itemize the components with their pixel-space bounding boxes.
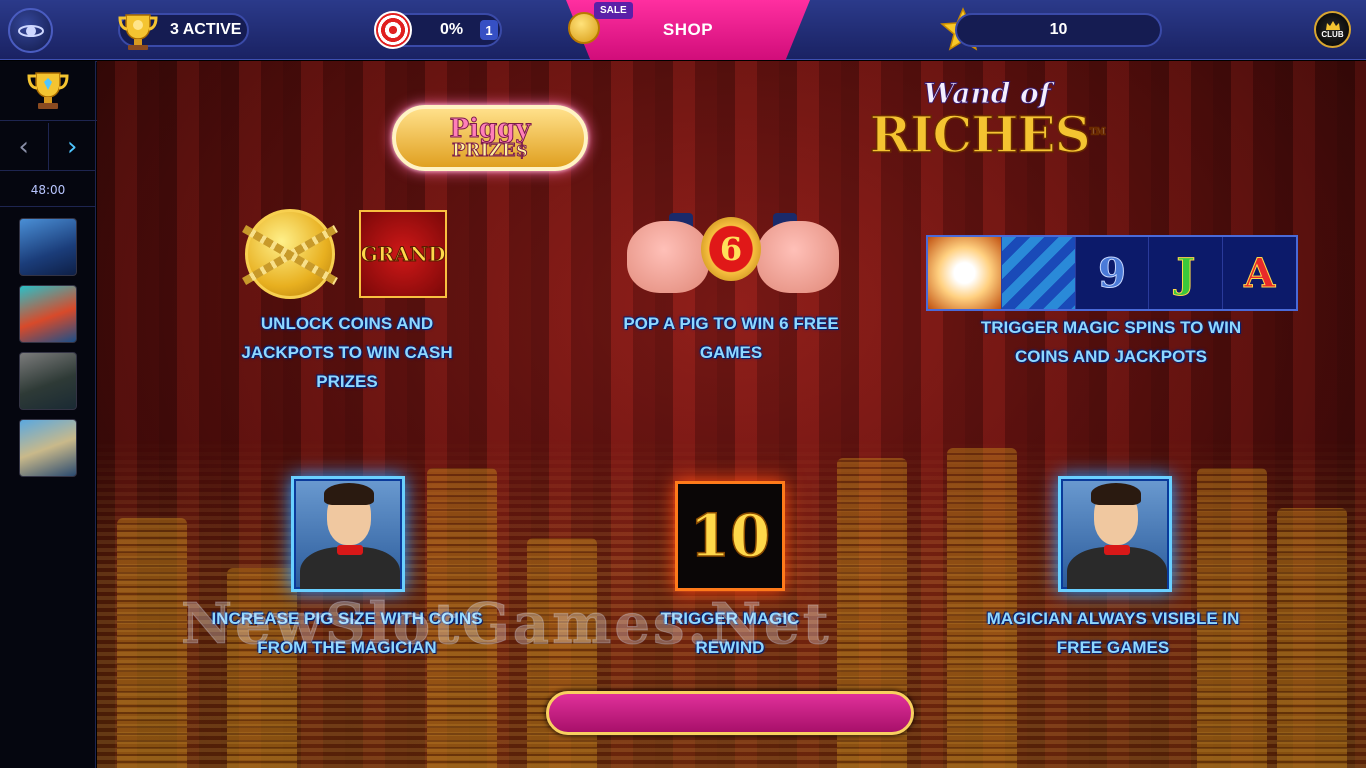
feature-caption-coins: UNLOCK COINS AND JACKPOTS TO WIN CASH PR… bbox=[241, 314, 453, 391]
game-splash-screen: Piggy PRIZE$ Wand of RICHESTM GRAND UNLO… bbox=[97, 61, 1366, 768]
magician-bowtie bbox=[337, 545, 363, 555]
left-sidebar: ‹ › 48:00 bbox=[0, 61, 96, 768]
piggy-logo-line1: Piggy bbox=[449, 114, 531, 144]
progress-count-badge: 1 bbox=[480, 20, 498, 40]
reel-gems-symbol bbox=[1001, 237, 1076, 309]
grand-jackpot-tile: GRAND bbox=[359, 210, 447, 298]
active-count-label: 3 ACTIVE bbox=[170, 21, 242, 38]
game-thumb-mermaid[interactable] bbox=[19, 285, 77, 343]
club-label: CLUB bbox=[1321, 29, 1344, 39]
club-button[interactable]: CLUB bbox=[1314, 11, 1351, 48]
grand-label: GRAND bbox=[360, 242, 446, 267]
active-tournaments-button[interactable]: 3 ACTIVE bbox=[118, 13, 249, 50]
piggy-logo-line2: PRIZE$ bbox=[451, 140, 529, 161]
coin-stack bbox=[1277, 508, 1347, 768]
free-games-number: 6 bbox=[719, 230, 743, 268]
trophy-icon bbox=[27, 71, 69, 109]
reel-strip: 9 J A bbox=[926, 235, 1298, 311]
watermark: NewSlotGames.Net bbox=[181, 591, 832, 658]
piggy-prizes-logo: Piggy PRIZE$ bbox=[392, 105, 588, 171]
sale-badge: SALE bbox=[594, 2, 633, 19]
stars-balance: 10 bbox=[955, 13, 1162, 47]
coin-stack bbox=[117, 518, 187, 768]
continue-button[interactable] bbox=[546, 691, 914, 735]
feature-caption-magic-spins: TRIGGER MAGIC SPINS TO WIN COINS AND JAC… bbox=[980, 318, 1242, 366]
magician-hair bbox=[324, 483, 374, 505]
challenge-progress-button[interactable]: 0% 1 bbox=[374, 11, 502, 49]
game-carousel-arrows: ‹ › bbox=[0, 123, 96, 171]
reel-symbol-9: 9 bbox=[1076, 237, 1150, 309]
chevron-left-icon[interactable]: ‹ bbox=[0, 123, 49, 170]
tournaments-tab[interactable] bbox=[0, 61, 96, 121]
reel-burst-symbol bbox=[928, 237, 1002, 309]
planet-icon bbox=[17, 24, 44, 37]
chevron-right-icon[interactable]: › bbox=[49, 123, 97, 170]
trademark-mark: TM bbox=[1089, 127, 1106, 138]
target-icon bbox=[374, 11, 412, 49]
app-logo-button[interactable] bbox=[8, 8, 53, 53]
game-thumb-warrior[interactable] bbox=[19, 352, 77, 410]
magician-portrait bbox=[291, 476, 405, 592]
wand-logo-line2: RICHESTM bbox=[869, 105, 1106, 164]
pig-icon bbox=[627, 221, 709, 293]
free-games-badge: 6 bbox=[701, 217, 761, 281]
wand-of-riches-logo: Wand of RICHESTM bbox=[867, 77, 1107, 187]
trophy-icon bbox=[116, 9, 160, 58]
game-thumb-dolphin[interactable] bbox=[19, 218, 77, 276]
rewind-number: 10 bbox=[689, 501, 771, 571]
shop-label: SHOP bbox=[662, 20, 714, 39]
tournament-timer: 48:00 bbox=[0, 173, 96, 207]
magic-rewind-tile: 10 bbox=[675, 481, 785, 591]
feature-caption-pig: POP A PIG TO WIN 6 FREE GAMES bbox=[623, 314, 839, 362]
crown-icon bbox=[1325, 20, 1340, 30]
reel-symbol-j: J bbox=[1149, 237, 1224, 309]
progress-percent: 0% bbox=[440, 21, 464, 38]
magician-bowtie bbox=[1104, 545, 1130, 555]
magician-portrait bbox=[1058, 476, 1172, 592]
reel-symbol-a: A bbox=[1244, 249, 1276, 297]
stars-value: 10 bbox=[1049, 21, 1068, 38]
game-thumb-zeus[interactable] bbox=[19, 419, 77, 477]
top-bar: 3 ACTIVE 0% 1 SHOP SALE 10 CLUB bbox=[0, 0, 1366, 60]
pig-icon bbox=[757, 221, 839, 293]
magician-hair bbox=[1091, 483, 1141, 505]
